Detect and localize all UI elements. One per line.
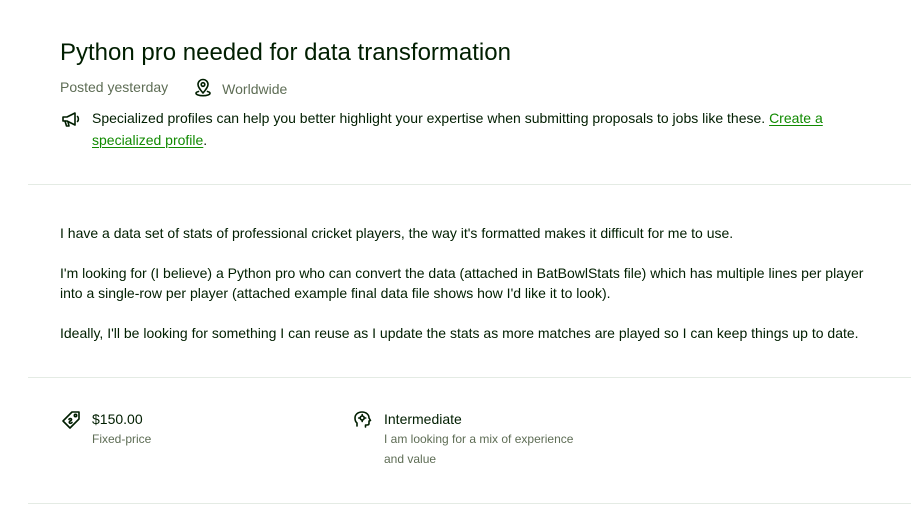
- description-paragraph: Ideally, I'll be looking for something I…: [60, 325, 859, 341]
- section-divider: [28, 184, 911, 185]
- section-divider: [28, 503, 911, 504]
- gear-brain-icon: [352, 409, 374, 431]
- experience-feature: Intermediate I am looking for a mix of e…: [352, 409, 594, 469]
- section-divider: [28, 377, 911, 378]
- tip-trailing: .: [203, 132, 208, 148]
- budget-type: Fixed-price: [92, 432, 152, 446]
- experience-level: Intermediate: [384, 411, 462, 427]
- price-tag-icon: [60, 409, 82, 431]
- job-description: I have a data set of stats of profession…: [60, 223, 880, 363]
- budget-amount: $150.00: [92, 411, 143, 427]
- tip-message: Specialized profiles can help you better…: [92, 110, 766, 126]
- posted-date: Posted yesterday: [60, 79, 169, 95]
- experience-note: I am looking for a mix of experience and…: [384, 432, 574, 466]
- location-pin-icon: [192, 76, 214, 98]
- description-paragraph: I have a data set of stats of profession…: [60, 225, 734, 241]
- specialized-profile-tip: Specialized profiles can help you better…: [60, 107, 840, 151]
- job-title: Python pro needed for data transformatio…: [60, 39, 511, 67]
- megaphone-icon: [60, 108, 82, 130]
- description-paragraph: I'm looking for (I believe) a Python pro…: [60, 265, 864, 301]
- budget-feature: $150.00 Fixed-price: [60, 409, 302, 449]
- job-meta: Posted yesterday Worldwide: [60, 76, 287, 98]
- job-location: Worldwide: [192, 76, 287, 98]
- location-label: Worldwide: [222, 81, 288, 97]
- tip-text: Specialized profiles can help you better…: [92, 107, 832, 151]
